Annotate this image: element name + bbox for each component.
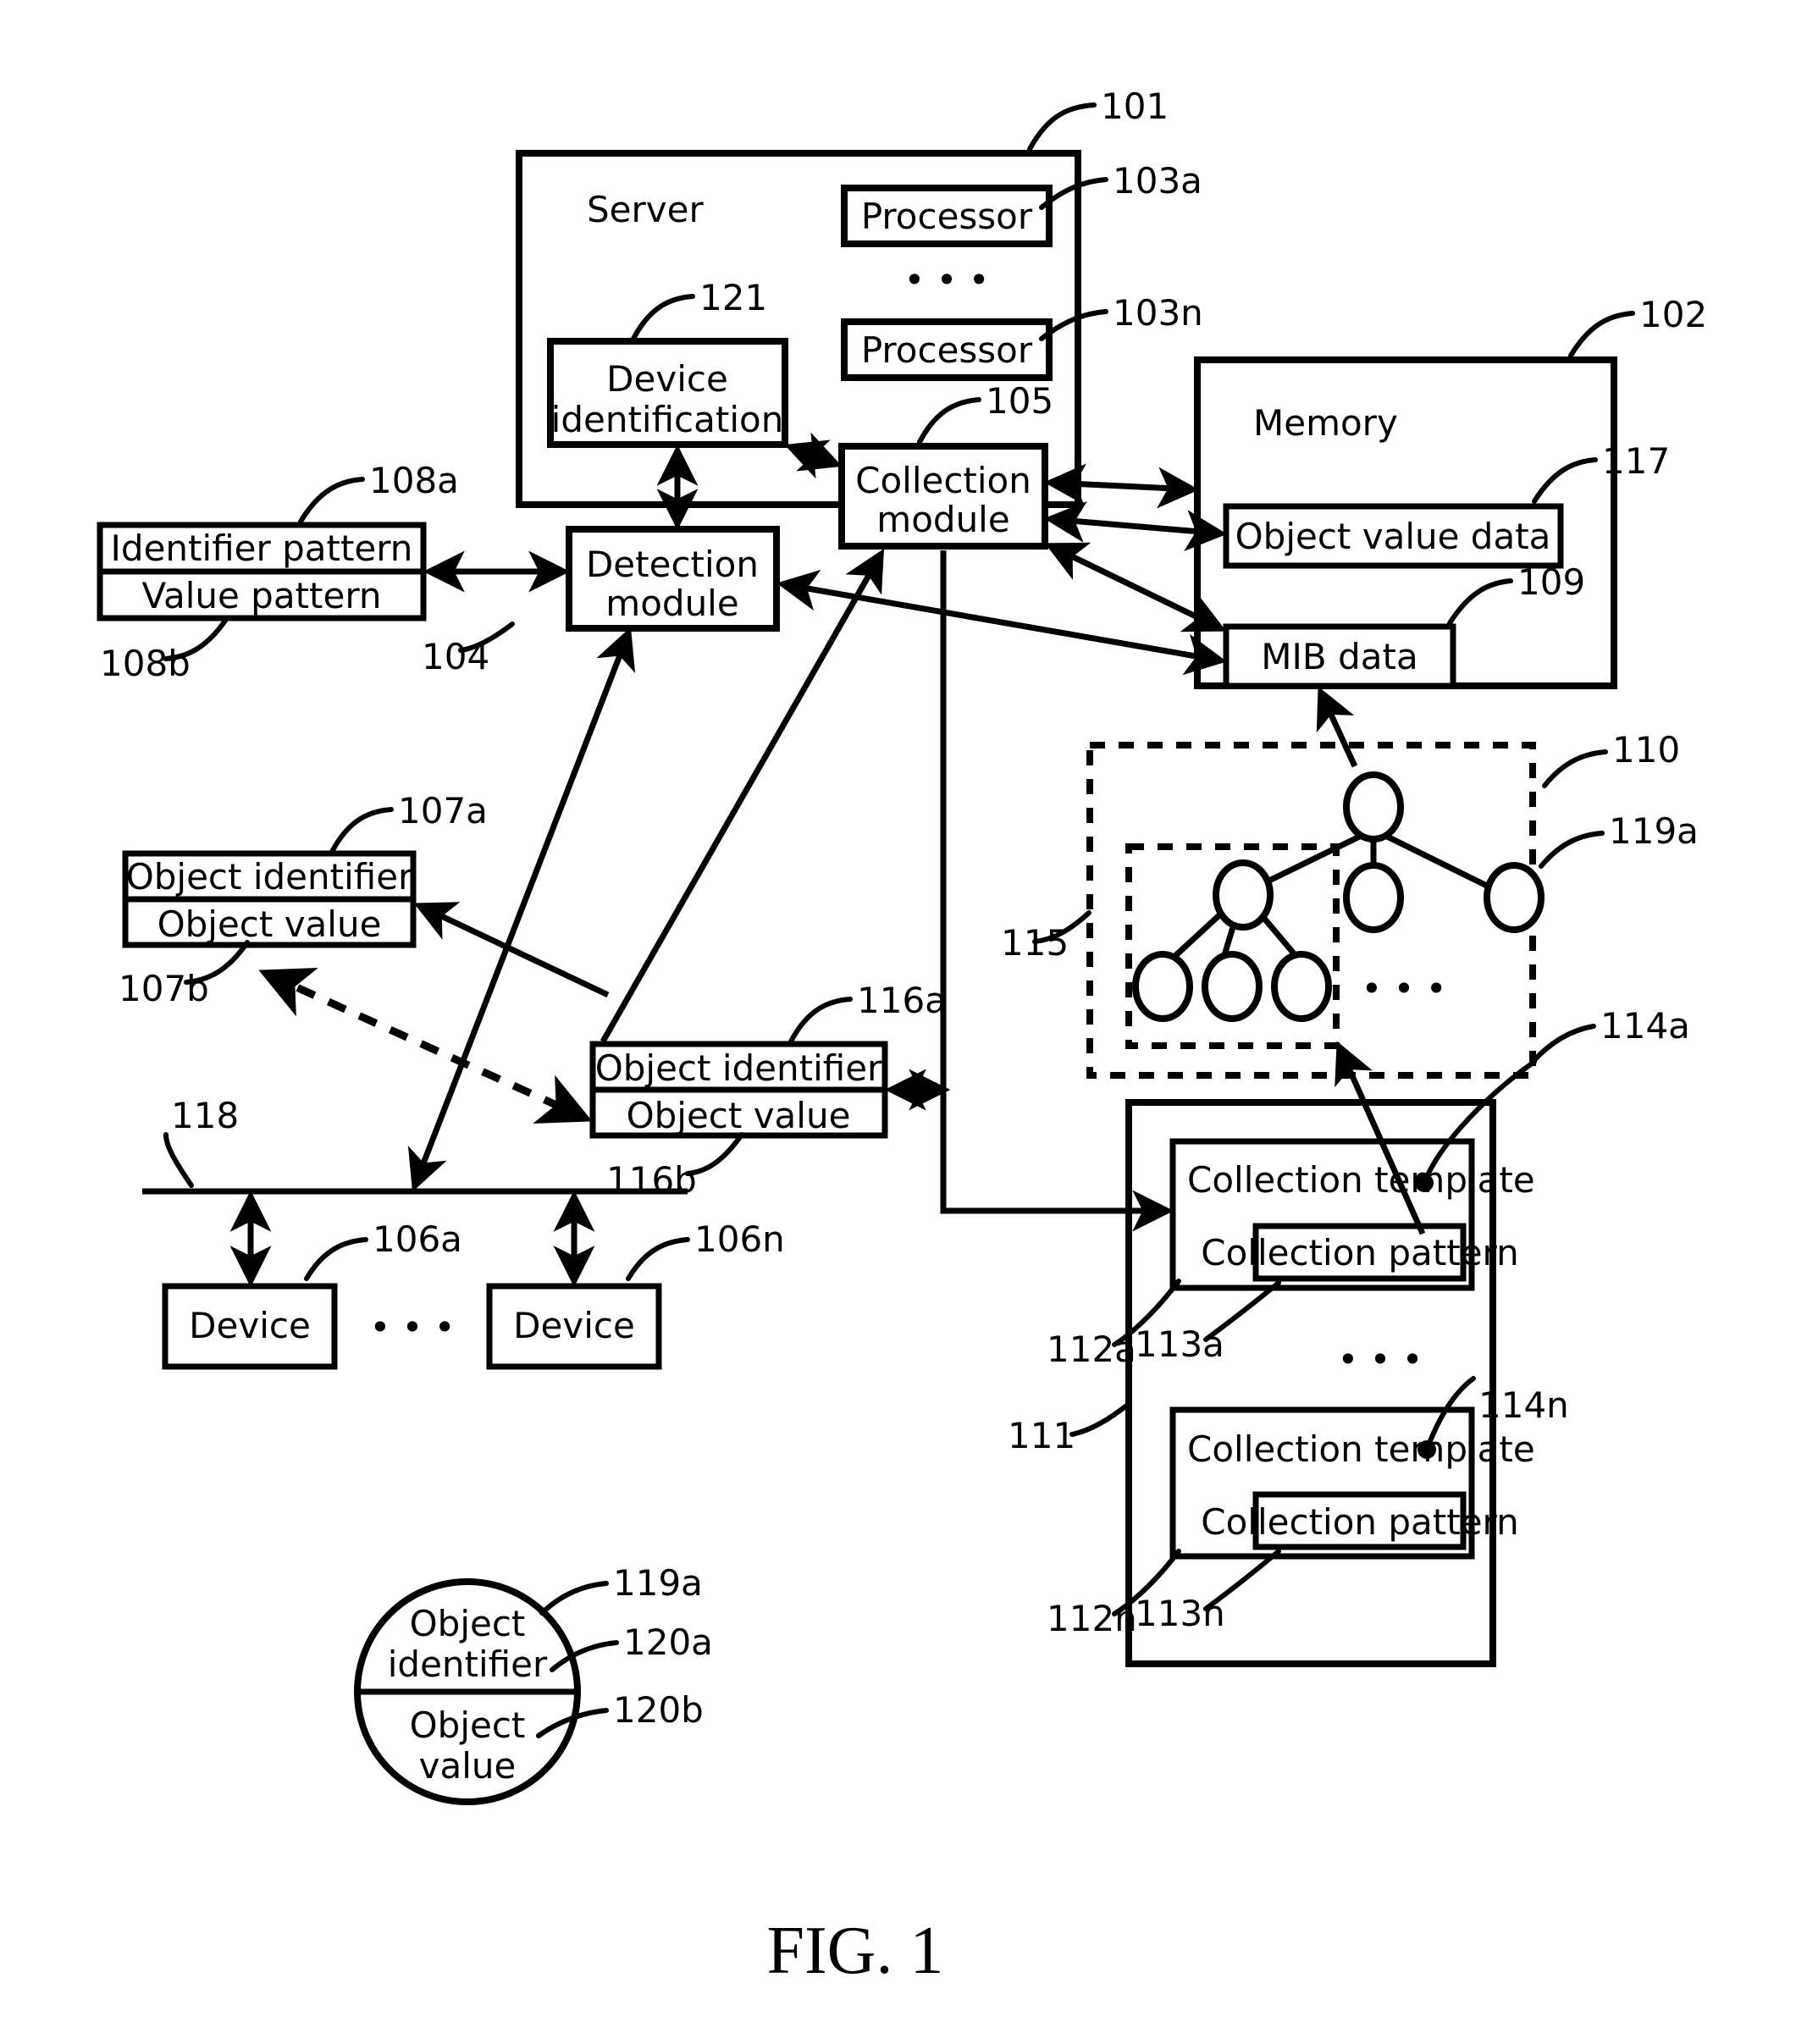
- ref-119a-tree: 119a: [1609, 810, 1699, 852]
- ref-118: 118: [171, 1095, 239, 1136]
- ref-103a: 103a: [1113, 160, 1202, 202]
- processor-ellipsis: • • •: [904, 259, 989, 301]
- ref-102: 102: [1639, 294, 1707, 335]
- object-value-left-label: Object value: [157, 903, 382, 945]
- ref-120a: 120a: [623, 1621, 713, 1663]
- templates-ellipsis: • • •: [1337, 1339, 1423, 1380]
- ref-116b: 116b: [606, 1159, 697, 1201]
- ref-112a: 112a: [1047, 1329, 1136, 1370]
- legend-object-identifier-line1: Object: [410, 1603, 526, 1644]
- collection-template-label-2: Collection template: [1187, 1428, 1535, 1470]
- detection-module-line1: Detection: [586, 544, 759, 585]
- ref-106a: 106a: [373, 1218, 462, 1260]
- ref-111: 111: [1008, 1415, 1075, 1456]
- ref-112n: 112n: [1047, 1598, 1137, 1639]
- ref-113a: 113a: [1135, 1323, 1224, 1365]
- legend-object-identifier-line2: identifier: [388, 1643, 548, 1685]
- detection-module-line2: module: [605, 583, 738, 624]
- identifier-pattern-label: Identifier pattern: [111, 528, 413, 569]
- ref-104: 104: [422, 636, 489, 677]
- object-value-data-label: Object value data: [1235, 516, 1551, 557]
- ref-107a: 107a: [398, 790, 488, 831]
- ref-105: 105: [986, 380, 1053, 422]
- figure-caption: FIG. 1: [767, 1914, 944, 1988]
- ref-109: 109: [1517, 561, 1585, 603]
- memory-title: Memory: [1253, 402, 1398, 444]
- ref-106n: 106n: [694, 1218, 785, 1260]
- ref-121: 121: [699, 277, 767, 318]
- object-value-mid-label: Object value: [627, 1095, 851, 1136]
- ref-107b: 107b: [119, 968, 209, 1009]
- ref-117: 117: [1602, 440, 1670, 482]
- ref-116a: 116a: [857, 980, 947, 1021]
- collection-module-line1: Collection: [855, 460, 1031, 501]
- ref-108b: 108b: [100, 643, 191, 684]
- ref-119a-circle: 119a: [613, 1562, 703, 1604]
- legend-object-value-line1: Object: [410, 1704, 526, 1746]
- ref-114n: 114n: [1478, 1384, 1569, 1426]
- device-label-1: Device: [189, 1305, 311, 1346]
- mib-data-label: MIB data: [1261, 636, 1417, 677]
- processor-label-1: Processor: [861, 196, 1033, 237]
- collection-pattern-label-2: Collection pattern: [1201, 1501, 1518, 1543]
- patent-figure-1: Server 101 Processor 103a Processor 103n…: [0, 0, 1807, 2044]
- collection-module-line2: module: [876, 499, 1009, 540]
- ref-114a: 114a: [1600, 1005, 1690, 1047]
- ref-103n: 103n: [1113, 292, 1203, 334]
- ref-101: 101: [1101, 86, 1169, 127]
- device-identification-line1: Device: [606, 358, 728, 400]
- value-pattern-label: Value pattern: [141, 575, 381, 616]
- object-identifier-left-label: Object identifier: [126, 856, 413, 898]
- ref-120b: 120b: [613, 1689, 704, 1731]
- device-label-2: Device: [513, 1305, 635, 1346]
- ref-115: 115: [1001, 922, 1069, 964]
- device-identification-line2: identification: [551, 399, 784, 440]
- ref-113n: 113n: [1135, 1593, 1225, 1634]
- mib-tree-ellipsis: • • •: [1361, 968, 1446, 1009]
- object-identifier-mid-label: Object identifier: [595, 1047, 882, 1089]
- processor-label-2: Processor: [861, 329, 1033, 371]
- legend-object-value-line2: value: [419, 1745, 517, 1787]
- label-layer: Server 101 Processor 103a Processor 103n…: [100, 86, 1707, 1988]
- collection-pattern-label-1: Collection pattern: [1201, 1232, 1518, 1273]
- ref-110: 110: [1612, 729, 1680, 771]
- ref-108a: 108a: [369, 460, 459, 501]
- server-title: Server: [587, 189, 704, 230]
- device-ellipsis: • • •: [369, 1307, 455, 1348]
- collection-template-label-1: Collection template: [1187, 1159, 1535, 1201]
